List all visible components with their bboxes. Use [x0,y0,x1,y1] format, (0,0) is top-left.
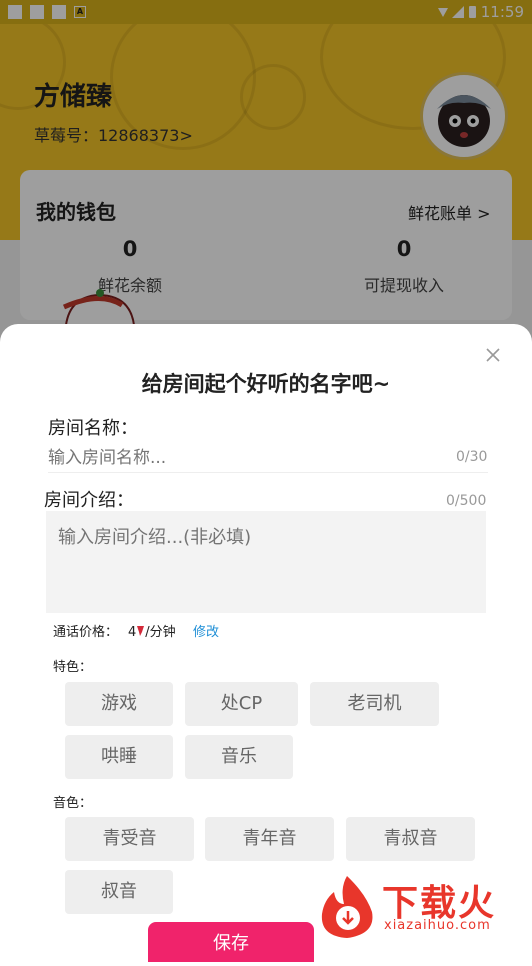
price-display: 4/分钟 [128,621,176,640]
price-value: 4 [128,625,137,640]
voice-tag[interactable]: 叔音 [65,870,173,914]
room-name-counter: 0/30 [456,449,488,465]
room-intro-label: 房间介绍： [44,490,134,511]
voice-tag[interactable]: 青叔音 [346,817,475,861]
feature-tag[interactable]: 老司机 [310,682,439,726]
save-button[interactable]: 保存 [148,922,314,962]
watermark-url: xiazaihuo.com [384,918,491,933]
feature-tag[interactable]: 音乐 [185,735,293,779]
voice-tag[interactable]: 青受音 [65,817,194,861]
flame-logo-icon [321,876,373,938]
room-intro-counter: 0/500 [446,493,487,509]
sheet-title: 给房间起个好听的名字吧~ [141,372,391,396]
room-name-input[interactable] [48,444,488,473]
feature-tag[interactable]: 游戏 [65,682,173,726]
price-unit: /分钟 [145,625,176,640]
edit-price-link[interactable]: 修改 [193,621,219,640]
voice-tag[interactable]: 青年音 [205,817,334,861]
room-intro-input[interactable] [46,511,486,613]
room-name-label: 房间名称： [48,418,138,439]
feature-tag[interactable]: 处CP [185,682,298,726]
features-label: 特色： [53,660,93,675]
flower-icon [137,626,145,636]
feature-tag[interactable]: 哄睡 [65,735,173,779]
close-icon[interactable] [482,344,504,366]
price-label: 通话价格： [53,625,119,640]
voice-label: 音色： [53,796,93,811]
